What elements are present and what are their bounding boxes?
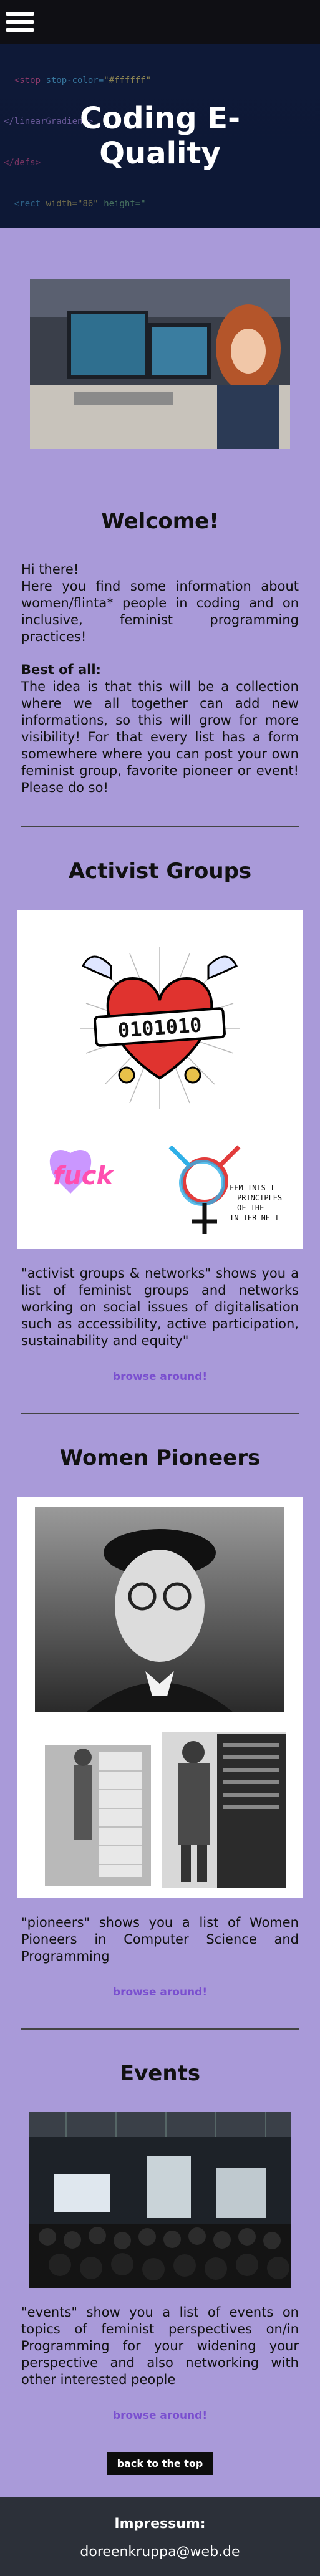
manifesto-line-2: PRINCIPLES — [237, 1194, 282, 1202]
divider — [21, 1413, 299, 1414]
events-description: "events" show you a list of events on to… — [21, 2305, 299, 2387]
welcome-photo — [30, 279, 290, 449]
best-of-all-text: The idea is that this will be a collecti… — [21, 679, 299, 795]
welcome-intro: Hi there! Here you find some information… — [21, 562, 299, 644]
women-pioneers-description: "pioneers" shows you a list of Women Pio… — [21, 1915, 299, 1964]
footer: Impressum: doreenkruppa@web.de — [0, 2497, 320, 2576]
activist-browse-link[interactable]: browse around! — [0, 1371, 320, 1383]
women-pioneers-image — [17, 1497, 303, 1898]
best-of-all-label: Best of all: — [21, 662, 101, 677]
women-pioneers-heading: Women Pioneers — [59, 1445, 261, 1470]
welcome-heading: Welcome! — [101, 509, 219, 534]
divider — [21, 826, 299, 827]
manifesto-line-1: FEM INIS T — [230, 1184, 274, 1192]
menu-icon[interactable] — [6, 9, 34, 34]
events-browse-link[interactable]: browse around! — [0, 2410, 320, 2422]
back-to-top-button[interactable]: back to the top — [107, 2452, 213, 2475]
manifesto-line-3: OF THE — [237, 1204, 264, 1212]
activist-groups-heading: Activist Groups — [68, 859, 252, 884]
activist-groups-image: 0101010 fuck FEM INIS T PRINCIPLES OF TH… — [17, 910, 303, 1249]
manifesto-line-4: IN TER NE T — [230, 1213, 279, 1222]
page-title: Coding E-Quality — [80, 101, 240, 171]
events-image — [29, 2112, 291, 2288]
divider — [21, 2028, 299, 2030]
hero-banner: <stop stop-color="#ffffff" </linearGradi… — [0, 44, 320, 228]
top-navbar — [0, 0, 320, 44]
pioneers-browse-link[interactable]: browse around! — [0, 1986, 320, 1999]
neon-sticker-text: fuck — [53, 1162, 115, 1190]
events-heading: Events — [119, 2061, 201, 2086]
contact-email[interactable]: doreenkruppa@web.de — [0, 2544, 320, 2560]
activist-groups-description: "activist groups & networks" shows you a… — [21, 1266, 299, 1348]
